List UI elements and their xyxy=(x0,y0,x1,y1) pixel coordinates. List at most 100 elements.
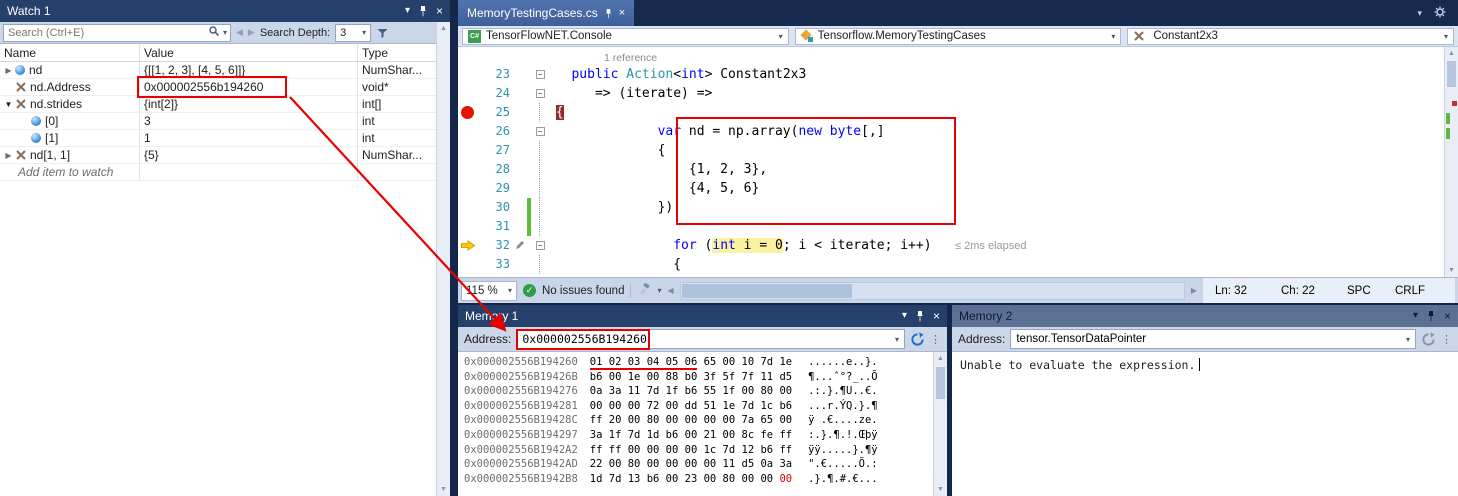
breakpoint-gutter[interactable] xyxy=(458,103,478,122)
breakpoint-gutter[interactable] xyxy=(458,217,478,236)
breakpoint-gutter[interactable] xyxy=(458,179,478,198)
watch-value[interactable]: {int[2]} xyxy=(144,97,178,111)
code-text[interactable]: { xyxy=(548,255,1444,274)
memory-row[interactable]: 0x000002556B1942A2ff ff 00 00 00 00 1c 7… xyxy=(464,443,931,458)
memory2-address-input[interactable] xyxy=(1016,333,1402,345)
code-text[interactable]: public Action<int> Constant2x3 xyxy=(548,65,1444,84)
breakpoint-gutter[interactable] xyxy=(458,141,478,160)
watch-value[interactable]: 0x000002556b194260 xyxy=(144,80,263,94)
memory-bytes[interactable]: 00 00 00 72 00 dd 51 1e 7d 1c b6 xyxy=(590,399,792,414)
close-icon[interactable]: × xyxy=(933,310,940,322)
code-text[interactable]: }); xyxy=(548,198,1444,217)
scroll-right-icon[interactable]: ▶ xyxy=(1191,286,1197,295)
gear-icon[interactable] xyxy=(1434,6,1446,21)
editor-scrollbar[interactable]: ▲ ▼ xyxy=(1444,47,1458,277)
memory2-title-bar[interactable]: Memory 2 ▾ × xyxy=(952,305,1458,327)
memory-bytes[interactable]: ff ff 00 00 00 00 1c 7d 12 b6 ff xyxy=(590,443,792,458)
memory-row[interactable]: 0x000002556B19428100 00 00 72 00 dd 51 1… xyxy=(464,399,931,414)
watch-search[interactable]: ▾ xyxy=(3,24,231,42)
watch-search-input[interactable] xyxy=(4,27,205,39)
memory-bytes[interactable]: 1d 7d 13 b6 00 23 00 80 00 00 00 xyxy=(590,472,792,487)
search-depth-select[interactable]: 3 ▾ xyxy=(335,24,371,42)
code-cleanup-chevron-icon[interactable]: ▾ xyxy=(657,286,661,295)
fold-collapse-icon[interactable]: − xyxy=(536,70,545,79)
scroll-up-icon[interactable]: ▲ xyxy=(437,25,450,32)
code-text[interactable]: => (iterate) => xyxy=(548,84,1444,103)
watch-value[interactable]: 3 xyxy=(144,114,151,128)
watch-value[interactable]: 1 xyxy=(144,131,151,145)
close-icon[interactable]: × xyxy=(619,7,625,19)
chevron-down-icon[interactable]: ▾ xyxy=(1406,335,1410,344)
window-menu-icon[interactable]: ▾ xyxy=(1413,311,1418,321)
search-icon[interactable] xyxy=(208,25,220,40)
watch-title-bar[interactable]: Watch 1 ▾ × xyxy=(0,0,450,22)
memory-bytes[interactable]: 0a 3a 11 7d 1f b6 55 1f 00 80 00 xyxy=(590,384,792,399)
breakpoint-icon[interactable] xyxy=(461,106,474,119)
fold-collapse-icon[interactable]: − xyxy=(536,127,545,136)
memory-row[interactable]: 0x000002556B1942AD22 00 80 00 00 00 00 1… xyxy=(464,457,931,472)
memory-rows[interactable]: 0x000002556B19426001 02 03 04 05 06 65 0… xyxy=(464,352,931,496)
breakpoint-gutter[interactable] xyxy=(458,160,478,179)
memory1-title-bar[interactable]: Memory 1 ▾ × xyxy=(458,305,947,327)
pin-icon[interactable] xyxy=(1427,310,1435,322)
search-options-chevron-icon[interactable]: ▾ xyxy=(223,28,227,37)
type-select[interactable]: Tensorflow.MemoryTestingCases ▾ xyxy=(795,28,1122,45)
search-next-icon[interactable]: ▶ xyxy=(248,27,255,38)
zoom-select[interactable]: 115 % ▾ xyxy=(461,281,517,301)
horizontal-scrollbar[interactable] xyxy=(680,282,1185,300)
watch-row[interactable]: nd.Address0x000002556b194260void* xyxy=(0,79,450,96)
memory1-scrollbar[interactable]: ▲ ▼ xyxy=(933,352,947,496)
scroll-up-icon[interactable]: ▲ xyxy=(1445,50,1458,57)
expander-icon[interactable]: ▶ xyxy=(2,66,15,75)
memory1-address-combo[interactable]: ▾ xyxy=(516,329,905,349)
scrollbar-thumb[interactable] xyxy=(1447,61,1456,87)
memory-row[interactable]: 0x000002556B19428Cff 20 00 80 00 00 00 0… xyxy=(464,413,931,428)
watch-scrollbar[interactable]: ▲ ▼ xyxy=(436,22,450,496)
tab-memorytestingcases[interactable]: MemoryTestingCases.cs × xyxy=(458,0,634,26)
window-menu-icon[interactable]: ▾ xyxy=(405,6,410,16)
memory-bytes[interactable]: 3a 1f 7d 1d b6 00 21 00 8c fe ff xyxy=(590,428,792,443)
pin-icon[interactable] xyxy=(605,8,612,19)
watch-row[interactable]: ▼nd.strides{int[2]}int[] xyxy=(0,96,450,113)
scroll-down-icon[interactable]: ▼ xyxy=(437,486,450,493)
memory-bytes[interactable]: ff 20 00 80 00 00 00 00 7a 65 00 xyxy=(590,413,792,428)
eol-indicator[interactable]: CRLF xyxy=(1395,285,1443,297)
spaces-indicator[interactable]: SPC xyxy=(1347,285,1395,297)
refresh-icon[interactable] xyxy=(910,332,925,347)
document-list-chevron-icon[interactable]: ▾ xyxy=(1417,8,1422,19)
fold-collapse-icon[interactable]: − xyxy=(536,89,545,98)
refresh-icon[interactable] xyxy=(1421,332,1436,347)
close-icon[interactable]: × xyxy=(1444,310,1451,322)
add-item-label[interactable]: Add item to watch xyxy=(4,165,113,179)
column-indicator[interactable]: Ch: 22 xyxy=(1281,285,1347,297)
filter-icon[interactable] xyxy=(376,27,389,39)
scroll-down-icon[interactable]: ▼ xyxy=(934,486,947,493)
watch-value[interactable]: {[[1, 2, 3], [4, 5, 6]]} xyxy=(144,63,245,77)
expander-icon[interactable]: ▶ xyxy=(2,151,15,160)
toolbar-overflow-icon[interactable]: ⋮ xyxy=(1441,333,1452,346)
memory-row[interactable]: 0x000002556B19426Bb6 00 1e 00 88 b0 3f 5… xyxy=(464,370,931,385)
memory-row[interactable]: 0x000002556B1942B81d 7d 13 b6 00 23 00 8… xyxy=(464,472,931,487)
toolbar-overflow-icon[interactable]: ⋮ xyxy=(930,333,941,346)
memory2-content[interactable]: Unable to evaluate the expression. xyxy=(952,352,1458,496)
breakpoint-gutter[interactable] xyxy=(458,255,478,274)
memory-bytes[interactable]: 01 02 03 04 05 06 65 00 10 7d 1e xyxy=(590,355,792,370)
code-cleanup-icon[interactable] xyxy=(637,283,651,298)
project-select[interactable]: C# TensorFlowNET.Console ▾ xyxy=(462,28,789,45)
chevron-down-icon[interactable]: ▾ xyxy=(895,335,899,344)
column-value[interactable]: Value xyxy=(140,44,358,61)
code-text[interactable]: var nd = np.array(new byte[,] xyxy=(548,122,1444,141)
code-text[interactable]: {4, 5, 6} xyxy=(548,179,1444,198)
window-menu-icon[interactable]: ▾ xyxy=(902,311,907,321)
pin-icon[interactable] xyxy=(419,5,427,17)
memory-row[interactable]: 0x000002556B1942973a 1f 7d 1d b6 00 21 0… xyxy=(464,428,931,443)
breakpoint-gutter[interactable] xyxy=(458,122,478,141)
code-text[interactable]: { xyxy=(548,141,1444,160)
memory-bytes[interactable]: b6 00 1e 00 88 b0 3f 5f 7f 11 d5 xyxy=(590,370,792,385)
issues-status[interactable]: No issues found xyxy=(542,285,624,297)
watch-row[interactable]: ▶nd{[[1, 2, 3], [4, 5, 6]]}NumShar... xyxy=(0,62,450,79)
fold-collapse-icon[interactable]: − xyxy=(536,241,545,250)
breakpoint-gutter[interactable] xyxy=(458,84,478,103)
pin-icon[interactable] xyxy=(916,310,924,322)
watch-row[interactable]: [0]3int xyxy=(0,113,450,130)
